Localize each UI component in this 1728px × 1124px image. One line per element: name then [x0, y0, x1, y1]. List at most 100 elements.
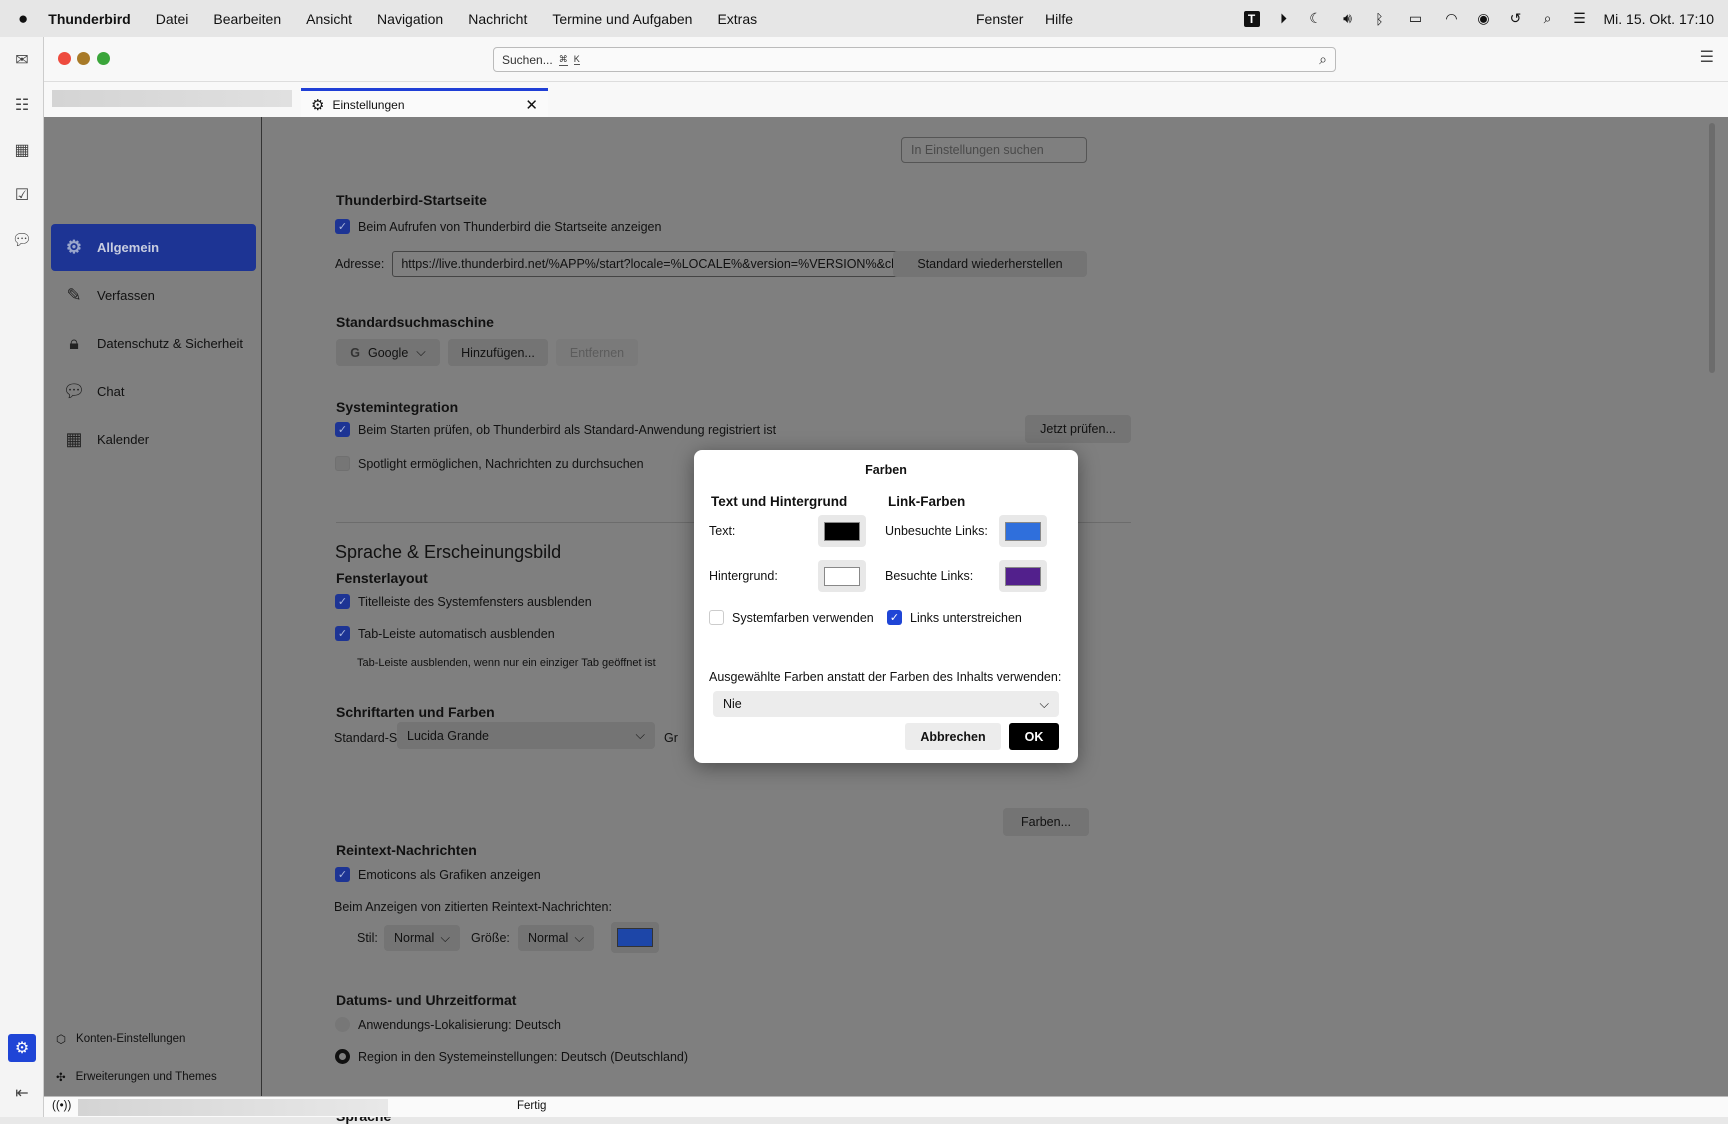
minimize-window-button[interactable] — [77, 52, 90, 65]
clock[interactable]: Mi. 15. Okt. 17:10 — [1604, 11, 1715, 27]
moon-icon[interactable]: ☾ — [1308, 10, 1324, 27]
colors-button[interactable]: Farben... — [1003, 808, 1089, 836]
visited-link-color-picker[interactable] — [999, 560, 1047, 592]
nav-label: Allgemein — [97, 240, 160, 255]
menu-bearbeiten[interactable]: Bearbeiten — [213, 11, 281, 27]
control-center-icon[interactable]: ☰ — [1572, 10, 1588, 27]
checkbox-checked[interactable]: ✓ — [335, 594, 350, 609]
bluetooth-icon[interactable]: ᛒ — [1372, 11, 1388, 27]
tasks-icon[interactable]: ☑ — [10, 183, 34, 207]
menu-hilfe[interactable]: Hilfe — [1045, 11, 1073, 27]
wifi-icon[interactable]: ◠ — [1444, 10, 1460, 27]
section-plaintext: Reintext-Nachrichten — [336, 842, 477, 858]
app-menu-icon[interactable]: ☰ — [1700, 47, 1714, 67]
quoted-label: Beim Anzeigen von zitierten Reintext-Nac… — [334, 900, 612, 914]
global-search-input[interactable]: Suchen... ⌘ K ⌕ — [493, 47, 1336, 72]
gear-icon: ⚙ — [65, 237, 83, 257]
checkbox-checked[interactable]: ✓ — [887, 610, 902, 625]
default-font-dropdown[interactable]: Lucida Grande ⌵ — [397, 722, 655, 749]
size-dropdown[interactable]: Normal ⌵ — [518, 925, 594, 951]
menu-fenster[interactable]: Fenster — [976, 11, 1023, 27]
menu-nachricht[interactable]: Nachricht — [468, 11, 527, 27]
nav-datenschutz[interactable]: 🔒︎ Datenschutz & Sicherheit — [51, 320, 256, 367]
checkbox-checked[interactable]: ✓ — [335, 867, 350, 882]
mail-icon[interactable]: ✉ — [10, 48, 34, 72]
scrollbar[interactable] — [1709, 123, 1715, 373]
zoom-window-button[interactable] — [97, 52, 110, 65]
background-color-label: Hintergrund: — [709, 569, 778, 583]
address-book-icon[interactable]: ☷ — [10, 93, 34, 117]
checkbox-checked[interactable]: ✓ — [335, 422, 350, 437]
nav-chat[interactable]: 💬︎ Chat — [51, 368, 256, 415]
menu-navigation[interactable]: Navigation — [377, 11, 443, 27]
nav-addons[interactable]: ✣ Erweiterungen und Themes — [56, 1070, 217, 1084]
add-engine-button[interactable]: Hinzufügen... — [448, 339, 548, 366]
style-label: Stil: — [357, 931, 378, 945]
settings-gear-icon[interactable]: ⚙ — [8, 1034, 36, 1062]
hide-titlebar-checkbox[interactable]: ✓ Titelleiste des Systemfensters ausblend… — [335, 594, 592, 609]
menu-app[interactable]: Thunderbird — [48, 11, 130, 27]
radio-label: Region in den Systemeinstellungen: Deuts… — [358, 1049, 689, 1064]
override-label: Ausgewählte Farben anstatt der Farben de… — [709, 670, 1062, 684]
checkbox-checked[interactable]: ✓ — [335, 219, 350, 234]
user-icon[interactable]: ◉ — [1476, 10, 1492, 27]
default-app-checkbox[interactable]: ✓ Beim Starten prüfen, ob Thunderbird als… — [335, 422, 776, 437]
nav-accounts[interactable]: ⬡ Konten-Einstellungen — [56, 1032, 185, 1046]
close-window-button[interactable] — [58, 52, 71, 65]
play-icon[interactable]: ⏵ — [1276, 10, 1292, 27]
menu-ansicht[interactable]: Ansicht — [306, 11, 352, 27]
radio-unselected[interactable] — [335, 1017, 350, 1032]
chat-icon[interactable]: 💬︎ — [10, 228, 34, 252]
nav-kalender[interactable]: ▦ Kalender — [51, 416, 256, 463]
underline-links-checkbox[interactable]: ✓ Links unterstreichen — [887, 610, 1022, 625]
ok-button[interactable]: OK — [1009, 723, 1059, 750]
startpage-checkbox[interactable]: ✓ Beim Aufrufen von Thunderbird die Start… — [335, 219, 661, 234]
emoticons-checkbox[interactable]: ✓ Emoticons als Grafiken anzeigen — [335, 867, 541, 882]
font-value: Lucida Grande — [407, 728, 490, 743]
spotlight-search-icon[interactable]: ⌕ — [1540, 10, 1556, 27]
checkbox-unchecked[interactable] — [335, 456, 350, 471]
apple-icon[interactable]: ● — [18, 9, 28, 29]
cancel-button[interactable]: Abbrechen — [905, 723, 1001, 750]
spotlight-checkbox[interactable]: Spotlight ermöglichen, Nachrichten zu du… — [335, 456, 644, 471]
settings-search-input[interactable]: In Einstellungen suchen — [901, 137, 1087, 163]
check-now-button[interactable]: Jetzt prüfen... — [1025, 415, 1131, 443]
checkbox-label: Titelleiste des Systemfensters ausblende… — [358, 594, 592, 609]
menu-extras[interactable]: Extras — [717, 11, 757, 27]
menu-datei[interactable]: Datei — [156, 11, 189, 27]
unvisited-link-color-picker[interactable] — [999, 515, 1047, 547]
radio-selected[interactable] — [335, 1049, 350, 1064]
search-icon[interactable]: ⌕ — [1319, 51, 1327, 68]
battery-icon[interactable]: ▭ — [1404, 10, 1428, 27]
menu-termine[interactable]: Termine und Aufgaben — [552, 11, 692, 27]
calendar-icon[interactable]: ▦ — [10, 138, 34, 162]
redacted-tab[interactable] — [52, 90, 292, 107]
quote-color-picker[interactable] — [611, 922, 659, 953]
text-color-picker[interactable] — [818, 515, 866, 547]
search-engine-dropdown[interactable]: G Google ⌵ — [336, 339, 440, 366]
remove-engine-button[interactable]: Entfernen — [556, 339, 638, 366]
close-tab-icon[interactable]: ✕ — [525, 96, 538, 114]
region-locale-radio[interactable]: Region in den Systemeinstellungen: Deuts… — [335, 1049, 688, 1064]
system-colors-checkbox[interactable]: Systemfarben verwenden — [709, 610, 874, 625]
address-input[interactable]: https://live.thunderbird.net/%APP%/start… — [392, 251, 951, 277]
background-color-picker[interactable] — [818, 560, 866, 592]
time-machine-icon[interactable]: ↺ — [1508, 10, 1524, 27]
text-app-icon[interactable]: T — [1243, 10, 1260, 27]
tab-einstellungen[interactable]: ⚙ Einstellungen ✕ — [301, 88, 548, 118]
checkbox-label: Systemfarben verwenden — [732, 610, 874, 625]
override-dropdown[interactable]: Nie ⌵ — [713, 691, 1059, 717]
nav-verfassen[interactable]: ✎ Verfassen — [51, 272, 256, 319]
checkbox-label: Spotlight ermöglichen, Nachrichten zu du… — [358, 456, 644, 471]
collapse-sidebar-icon[interactable]: ⇤ — [10, 1081, 34, 1105]
online-status-icon[interactable]: ((•)) — [52, 1100, 71, 1112]
section-startpage: Thunderbird-Startseite — [336, 192, 487, 208]
style-dropdown[interactable]: Normal ⌵ — [384, 925, 460, 951]
volume-icon[interactable]: 🔊︎ — [1340, 10, 1356, 27]
checkbox-unchecked[interactable] — [709, 610, 724, 625]
restore-default-button[interactable]: Standard wiederherstellen — [893, 251, 1087, 277]
autohide-tabs-checkbox[interactable]: ✓ Tab-Leiste automatisch ausblenden — [335, 626, 555, 641]
app-locale-radio[interactable]: Anwendungs-Lokalisierung: Deutsch — [335, 1017, 561, 1032]
nav-allgemein[interactable]: ⚙ Allgemein — [51, 224, 256, 271]
checkbox-checked[interactable]: ✓ — [335, 626, 350, 641]
